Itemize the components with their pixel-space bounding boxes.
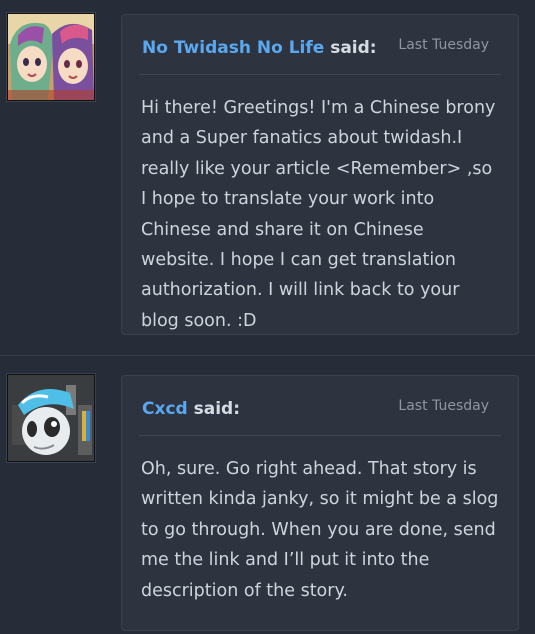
- timestamp[interactable]: Last Tuesday: [398, 37, 489, 53]
- author-line: No Twidash No Life said:: [142, 38, 377, 58]
- said-label: said:: [193, 399, 240, 419]
- comments-page: No Twidash No Life said: Last Tuesday Hi…: [0, 0, 535, 634]
- author-link[interactable]: No Twidash No Life: [142, 38, 324, 58]
- avatar[interactable]: [7, 374, 95, 462]
- pony-avatar-icon: [8, 375, 94, 461]
- comment-text: Oh, sure. Go right ahead. That story is …: [141, 459, 499, 601]
- author-link[interactable]: Cxcd: [142, 399, 188, 419]
- comment-header: Cxcd said: Last Tuesday: [139, 376, 501, 436]
- comment-1: No Twidash No Life said: Last Tuesday Hi…: [0, 0, 535, 355]
- comment-header: No Twidash No Life said: Last Tuesday: [139, 15, 501, 75]
- said-label: said:: [330, 38, 377, 58]
- comment-2: Cxcd said: Last Tuesday Oh, sure. Go rig…: [0, 356, 535, 634]
- comment-bubble: Cxcd said: Last Tuesday Oh, sure. Go rig…: [121, 375, 519, 631]
- anime-girls-avatar-icon: [8, 14, 94, 100]
- author-line: Cxcd said:: [142, 399, 240, 419]
- comment-text: Hi there! Greetings! I'm a Chinese brony…: [141, 98, 496, 331]
- comment-bubble: No Twidash No Life said: Last Tuesday Hi…: [121, 14, 519, 335]
- timestamp[interactable]: Last Tuesday: [398, 398, 489, 414]
- avatar[interactable]: [7, 13, 95, 101]
